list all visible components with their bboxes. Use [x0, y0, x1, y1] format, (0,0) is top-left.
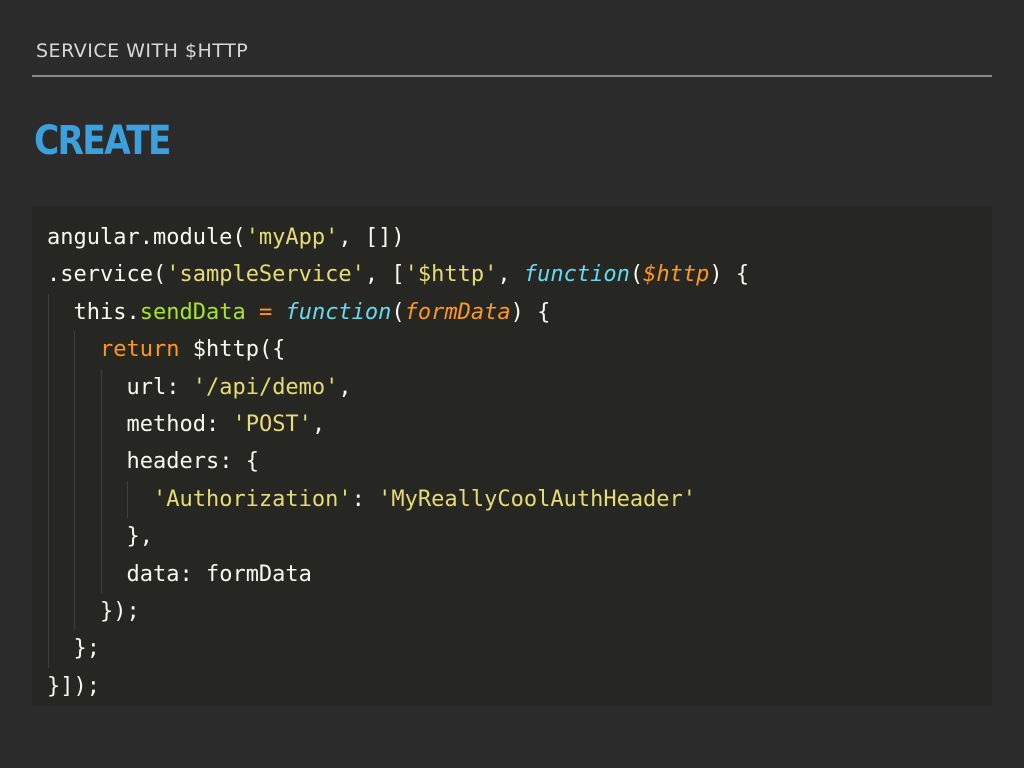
- code-token-plain: ,: [338, 374, 352, 400]
- code-token-string: 'Authorization': [152, 486, 352, 512]
- slide-title: CREATE: [34, 118, 172, 164]
- code-line: this.sendData = function(formData) {: [32, 293, 992, 332]
- code-token-plain: this.: [73, 299, 140, 325]
- code-token-plain: ,: [311, 411, 326, 437]
- code-line: headers: {: [32, 443, 992, 481]
- indent-guide: [100, 518, 102, 556]
- code-line: };: [32, 630, 992, 668]
- indent-guide: [48, 630, 49, 668]
- header-divider: [32, 75, 992, 77]
- indent-guide: [74, 555, 76, 593]
- code-line: method: 'POST',: [32, 405, 992, 444]
- code-token-func: function: [523, 262, 630, 288]
- code-token-plain: ) {: [709, 262, 750, 288]
- code-token-plain: (: [629, 262, 644, 288]
- indent-guide: [74, 443, 76, 481]
- code-token-plain: ,: [497, 262, 524, 288]
- section-header: SERVICE WITH $HTTP: [36, 40, 249, 62]
- code-token-keyword: =: [258, 299, 273, 325]
- indent-guide: [100, 480, 102, 519]
- code-token-string: 'POST': [232, 411, 312, 437]
- code-token-plain: , [: [364, 262, 405, 288]
- slide: SERVICE WITH $HTTP CREATE angular.module…: [0, 0, 1024, 768]
- code-token-plain: .service(: [47, 262, 167, 288]
- code-token-plain: url:: [126, 374, 193, 400]
- code-token-plain: , []): [338, 225, 405, 250]
- code-token-prop: sendData: [139, 299, 246, 325]
- indent-guide: [74, 405, 76, 444]
- code-token-param: $http: [643, 262, 710, 288]
- indent-guide: [100, 368, 102, 406]
- indent-guide: [48, 293, 49, 332]
- code-line: url: '/api/demo',: [32, 368, 992, 406]
- indent-guide: [74, 368, 76, 406]
- indent-guide: [48, 331, 49, 369]
- code-token-plain: (: [391, 299, 405, 325]
- code-token-plain: headers: {: [126, 449, 259, 475]
- indent-guide: [127, 480, 129, 519]
- code-line: }]);: [32, 668, 992, 705]
- code-token-plain: });: [99, 598, 140, 624]
- code-token-plain: }]);: [47, 673, 100, 699]
- code-line: return $http({: [32, 331, 992, 369]
- indent-guide: [100, 405, 102, 444]
- code-token-plain: };: [73, 636, 101, 662]
- indent-guide: [74, 592, 76, 631]
- code-line: angular.module('myApp', []): [32, 219, 992, 256]
- indent-guide: [100, 555, 102, 593]
- indent-guide: [74, 518, 76, 556]
- indent-guide: [100, 443, 102, 481]
- code-line: });: [32, 592, 992, 631]
- indent-guide: [48, 405, 49, 444]
- code-token-string: 'MyReallyCoolAuthHeader': [378, 486, 697, 512]
- code-token-plain: angular.module(: [47, 225, 246, 250]
- code-token-keyword: return: [99, 337, 180, 363]
- code-token-plain: :: [351, 486, 379, 512]
- indent-guide: [48, 480, 49, 519]
- code-block: angular.module('myApp', []) .service('sam…: [32, 206, 992, 706]
- indent-guide: [74, 331, 76, 369]
- code-token-plain: method:: [126, 411, 233, 437]
- code-line: },: [32, 518, 992, 556]
- code-token-plain: ) {: [510, 299, 551, 325]
- code-line: data: formData: [32, 555, 992, 593]
- code-token-plain: },: [126, 524, 153, 550]
- indent-guide: [74, 480, 76, 519]
- code-token-string: '/api/demo': [192, 374, 339, 400]
- code-line: 'Authorization': 'MyReallyCoolAuthHeader…: [32, 480, 992, 519]
- code-token-plain: data: formData: [126, 561, 312, 587]
- code-line: .service('sampleService', ['$http', func…: [32, 256, 992, 293]
- indent-guide: [48, 368, 49, 406]
- code-token-string: 'sampleService': [166, 262, 365, 288]
- code-token-func: function: [285, 299, 392, 325]
- indent-guide: [48, 555, 49, 593]
- indent-guide: [48, 592, 49, 631]
- code-token-param: formData: [404, 299, 511, 325]
- indent-guide: [48, 518, 49, 556]
- code-token-string: '$http': [404, 262, 498, 288]
- code-token-plain: $http({: [179, 337, 286, 363]
- code-token-string: 'myApp': [245, 225, 339, 250]
- indent-guide: [48, 443, 49, 481]
